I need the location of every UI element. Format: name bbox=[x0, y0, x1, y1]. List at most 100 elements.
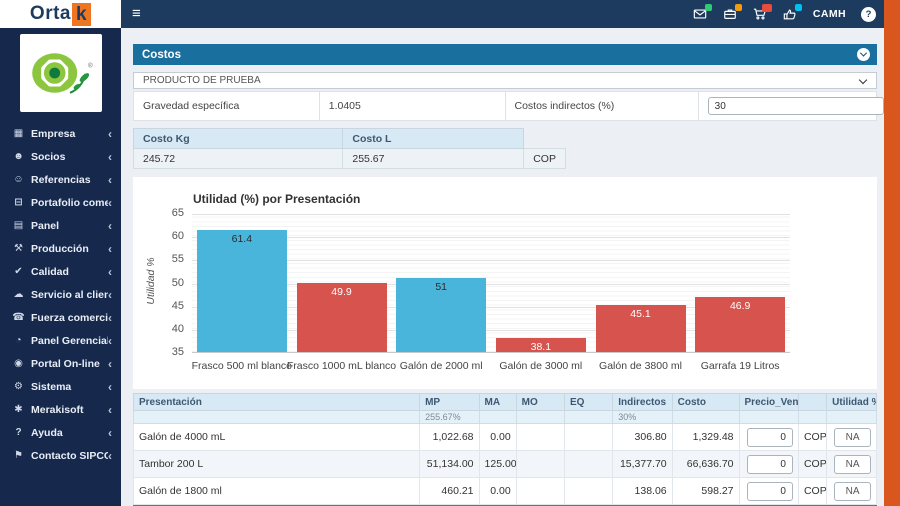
sidebar-item-merakisoft[interactable]: ✱Merakisoft‹ bbox=[0, 398, 121, 421]
cell-costo: 598.27 bbox=[672, 478, 739, 505]
sidebar-item-portafolio-comercial[interactable]: ⊟ Portafolio comercial‹ bbox=[0, 191, 121, 214]
sidebar-item-portal-on-line[interactable]: ◉Portal On-line‹ bbox=[0, 352, 121, 375]
chevron-left-icon: ‹ bbox=[108, 428, 112, 438]
currency-header bbox=[524, 129, 566, 149]
costing-table-header-row: PresentaciónMPMAMOEQIndirectosCostoPreci… bbox=[134, 394, 877, 411]
cart-icon[interactable] bbox=[753, 7, 768, 22]
cell-mo bbox=[516, 424, 564, 451]
chart-y-tick: 65 bbox=[146, 207, 184, 219]
precio-venta-input[interactable] bbox=[747, 455, 793, 474]
collapse-panel-icon[interactable] bbox=[857, 48, 870, 61]
sidebar-item-sistema[interactable]: ⚙Sistema‹ bbox=[0, 375, 121, 398]
sidebar-item-producci-n[interactable]: ⚒Producción‹ bbox=[0, 237, 121, 260]
sidebar-item-ayuda[interactable]: ?Ayuda‹ bbox=[0, 421, 121, 444]
briefcase-icon: ⊟ bbox=[11, 197, 26, 208]
megaphone-icon: ⚑ bbox=[11, 450, 26, 461]
precio-venta-input[interactable] bbox=[747, 482, 793, 501]
user-icon: ☺ bbox=[11, 174, 26, 185]
chart-plot-area: 3540455055606561.4Frasco 500 ml blanco49… bbox=[192, 214, 790, 353]
sidebar-item-label: Fuerza comercial bbox=[31, 312, 108, 324]
mail-icon[interactable] bbox=[693, 7, 708, 22]
chart-bar-value-label: 49.9 bbox=[297, 286, 387, 298]
chevron-left-icon: ‹ bbox=[108, 451, 112, 461]
sidebar-item-empresa[interactable]: ▦Empresa‹ bbox=[0, 122, 121, 145]
subheader-cell bbox=[827, 411, 877, 424]
sidebar-toggle-icon[interactable]: ≡ bbox=[132, 0, 141, 28]
column-header-utilidad-: Utilidad % bbox=[827, 394, 877, 411]
users-icon: ☻ bbox=[11, 151, 26, 162]
chevron-left-icon: ‹ bbox=[108, 198, 112, 208]
cell-utilidad bbox=[827, 424, 877, 451]
cell-precio-venta bbox=[739, 478, 798, 505]
help-icon[interactable]: ? bbox=[861, 7, 876, 22]
cell-indirectos: 138.06 bbox=[613, 478, 672, 505]
phone-icon: ☎ bbox=[11, 312, 26, 323]
chart-y-tick: 45 bbox=[146, 300, 184, 312]
cell-currency: COP bbox=[798, 424, 826, 451]
cell-ma: 125.00 bbox=[479, 451, 516, 478]
user-menu[interactable]: CAMH bbox=[813, 8, 846, 20]
sidebar-item-panel[interactable]: ▤Panel‹ bbox=[0, 214, 121, 237]
currency-label: COP bbox=[524, 149, 566, 169]
sidebar-item-socios[interactable]: ☻Socios‹ bbox=[0, 145, 121, 168]
costos-indirectos-label: Costos indirectos (%) bbox=[505, 92, 698, 121]
chart-x-tick-label: Garrafa 19 Litros bbox=[680, 360, 800, 372]
chart-bar: 45.1 bbox=[596, 305, 686, 352]
cell-costo: 66,636.70 bbox=[672, 451, 739, 478]
subheader-cell bbox=[516, 411, 564, 424]
building-icon: ▦ bbox=[11, 128, 26, 139]
chart-gridline bbox=[192, 214, 790, 215]
navbar-actions: CAMH ? bbox=[693, 0, 876, 28]
svg-text:®: ® bbox=[88, 62, 93, 70]
sidebar-item-fuerza-comercial[interactable]: ☎ Fuerza comercial‹ bbox=[0, 306, 121, 329]
chart-bar-value-label: 46.9 bbox=[695, 300, 785, 312]
cell-mp: 460.21 bbox=[420, 478, 479, 505]
industry-icon: ⚒ bbox=[11, 243, 26, 254]
utilidad-input[interactable] bbox=[834, 428, 871, 447]
sidebar: ® ▦Empresa‹☻Socios‹☺Referencias‹ ⊟ Portafo… bbox=[0, 28, 121, 506]
column-header-indirectos: Indirectos bbox=[613, 394, 672, 411]
brand-logo[interactable]: Ortak bbox=[0, 0, 121, 28]
thumbs-up-badge bbox=[795, 4, 802, 11]
cost-summary-table: Costo Kg Costo L 245.72 255.67 COP bbox=[133, 128, 566, 169]
utilidad-input[interactable] bbox=[834, 482, 871, 501]
sidebar-item-panel-gerencial[interactable]: ◔Panel Gerencial‹ bbox=[0, 329, 121, 352]
table-row: Tambor 200 L51,134.00125.0015,377.7066,6… bbox=[134, 451, 877, 478]
subheader-cell bbox=[564, 411, 612, 424]
briefcase-badge bbox=[735, 4, 742, 11]
utilidad-input[interactable] bbox=[834, 455, 871, 474]
chevron-left-icon: ‹ bbox=[108, 244, 112, 254]
subheader-cell: 255.67% bbox=[420, 411, 479, 424]
cart-badge bbox=[762, 4, 772, 12]
sidebar-item-referencias[interactable]: ☺Referencias‹ bbox=[0, 168, 121, 191]
sidebar-item-label: Portal On-line bbox=[31, 358, 108, 370]
comments-icon: ☁ bbox=[11, 289, 26, 300]
column-header-mp: MP bbox=[420, 394, 479, 411]
brand-accent-block: k bbox=[72, 3, 91, 26]
sidebar-menu: ▦Empresa‹☻Socios‹☺Referencias‹ ⊟ Portafoli… bbox=[0, 122, 121, 467]
costo-kg-value: 245.72 bbox=[134, 149, 343, 169]
briefcase-icon[interactable] bbox=[723, 7, 738, 22]
company-logo: ® bbox=[20, 34, 102, 112]
sidebar-item-calidad[interactable]: ✔Calidad‹ bbox=[0, 260, 121, 283]
chart-y-tick: 40 bbox=[146, 323, 184, 335]
sidebar-item-label: Portafolio comercial bbox=[31, 197, 108, 209]
column-header-currency bbox=[798, 394, 826, 411]
column-header-precio-venta: Precio_Venta bbox=[739, 394, 798, 411]
subheader-cell bbox=[672, 411, 739, 424]
sidebar-item-label: Sistema bbox=[31, 381, 108, 393]
costos-indirectos-input[interactable] bbox=[708, 97, 884, 115]
precio-venta-input[interactable] bbox=[747, 428, 793, 447]
sidebar-item-label: Calidad bbox=[31, 266, 108, 278]
sidebar-item-servicio-al-cliente[interactable]: ☁Servicio al cliente‹ bbox=[0, 283, 121, 306]
sidebar-item-contacto-sipco-soft[interactable]: ⚑Contacto SIPCO soft‹ bbox=[0, 444, 121, 467]
chevron-left-icon: ‹ bbox=[108, 313, 112, 323]
cell-precio-venta bbox=[739, 424, 798, 451]
cell-presentacion: Galón de 4000 mL bbox=[134, 424, 420, 451]
product-select[interactable]: PRODUCTO DE PRUEBA bbox=[133, 72, 877, 89]
cell-eq bbox=[564, 478, 612, 505]
chart-y-tick: 55 bbox=[146, 253, 184, 265]
thumbs-up-icon[interactable] bbox=[783, 7, 798, 22]
subheader-cell bbox=[739, 411, 798, 424]
cell-costo: 1,329.48 bbox=[672, 424, 739, 451]
